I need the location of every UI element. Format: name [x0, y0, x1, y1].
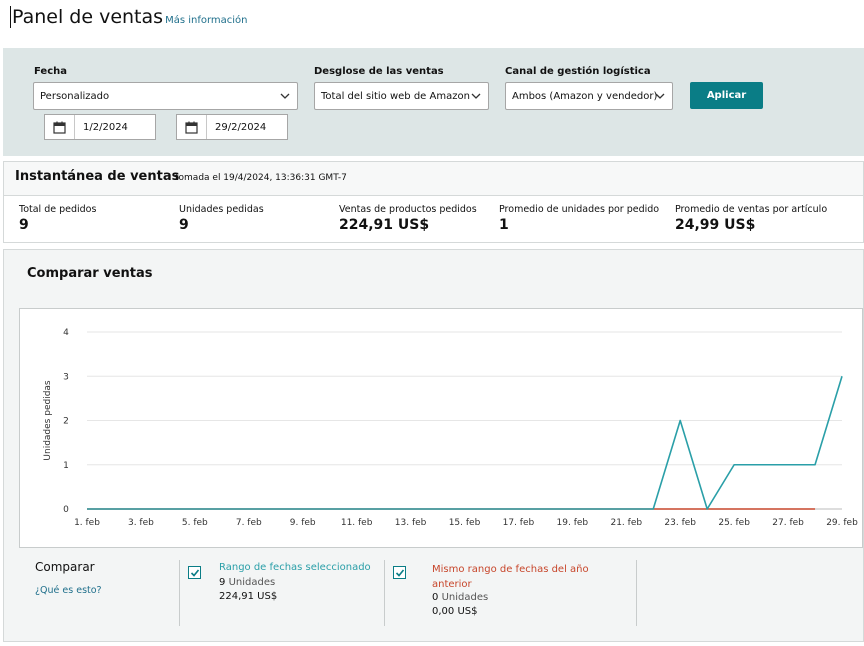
end-date-value: 29/2/2024: [215, 121, 267, 133]
units-word: Unidades: [228, 577, 276, 588]
x-tick-label: 9. feb: [290, 518, 316, 528]
legend-amount-selected: 224,91 US$: [219, 591, 278, 602]
metric-value: 1: [499, 217, 509, 233]
chevron-down-icon: [280, 93, 290, 99]
units-word: Unidades: [441, 592, 489, 603]
y-tick-label: 2: [63, 417, 69, 427]
legend-amount-previous: 0,00 US$: [432, 606, 478, 617]
x-tick-label: 5. feb: [182, 518, 208, 528]
metric-value: 9: [19, 217, 29, 233]
x-tick-label: 1. feb: [74, 518, 100, 528]
channel-value: Ambos (Amazon y vendedor): [512, 90, 658, 102]
calendar-icon[interactable]: [177, 115, 207, 139]
metric-label: Promedio de unidades por pedido: [499, 204, 660, 215]
y-tick-label: 4: [63, 328, 69, 338]
channel-label: Canal de gestión logística: [505, 66, 651, 77]
chevron-down-icon: [471, 93, 481, 99]
snapshot-timestamp: tomada el 19/4/2024, 13:36:31 GMT-7: [175, 173, 347, 183]
units-count: 9: [219, 577, 226, 588]
x-tick-label: 19. feb: [557, 518, 589, 528]
metric-label: Ventas de productos pedidos: [339, 204, 477, 215]
compare-legend: Comparar ¿Qué es esto? Rango de fechas s…: [4, 550, 863, 640]
legend-title-previous: Mismo rango de fechas del año anterior: [432, 564, 589, 590]
x-tick-label: 29. feb: [826, 518, 858, 528]
x-tick-label: 7. feb: [236, 518, 262, 528]
x-tick-label: 15. feb: [449, 518, 481, 528]
x-tick-label: 11. feb: [341, 518, 373, 528]
more-info-link[interactable]: Más información: [165, 15, 247, 26]
breakdown-select[interactable]: Total del sitio web de Amazon: [314, 82, 489, 110]
sales-snapshot: Instantánea de ventas tomada el 19/4/202…: [3, 161, 864, 243]
legend-units-previous: 0 Unidades: [432, 592, 488, 603]
start-date-value: 1/2/2024: [83, 121, 128, 133]
divider: [179, 560, 180, 626]
legend-units-selected: 9 Unidades: [219, 577, 275, 588]
metric-avg-sales-per-item: Promedio de ventas por artículo 24,99 US…: [675, 204, 827, 233]
x-tick-label: 3. feb: [128, 518, 154, 528]
y-axis-label: Unidades pedidas: [43, 380, 53, 461]
metric-label: Total de pedidos: [19, 204, 97, 215]
previous-year-checkbox[interactable]: [393, 566, 406, 579]
breakdown-label: Desglose de las ventas: [314, 66, 444, 77]
compare-sales-section: Comparar ventas 0 1 2 3 4 Unidades pedidas 1. …: [3, 249, 864, 642]
series-line-selected: [87, 376, 843, 510]
date-range-select[interactable]: Personalizado: [33, 82, 298, 110]
filter-panel: Fecha Personalizado 1/2/2024 29/2/2024 D…: [3, 48, 864, 156]
title-row: Panel de ventas Más información: [10, 6, 248, 36]
metric-units-ordered: Unidades pedidas 9: [179, 204, 264, 233]
date-label: Fecha: [34, 66, 68, 77]
units-count: 0: [432, 592, 439, 603]
metric-avg-units-per-order: Promedio de unidades por pedido 1: [499, 204, 659, 233]
compare-label: Comparar: [35, 560, 95, 574]
metric-ordered-product-sales: Ventas de productos pedidos 224,91 US$: [339, 204, 477, 233]
y-tick-label: 1: [63, 461, 69, 471]
breakdown-value: Total del sitio web de Amazon: [321, 90, 470, 102]
calendar-icon[interactable]: [45, 115, 75, 139]
metric-total-orders: Total de pedidos 9: [19, 204, 96, 233]
page-title: Panel de ventas: [10, 6, 164, 28]
snapshot-title: Instantánea de ventas: [15, 169, 180, 184]
metric-value: 9: [179, 217, 189, 233]
divider: [384, 560, 385, 626]
x-tick-label: 13. feb: [395, 518, 427, 528]
x-tick-label: 23. feb: [664, 518, 696, 528]
legend-title-selected: Rango de fechas seleccionado: [219, 562, 371, 573]
apply-button[interactable]: Aplicar: [690, 82, 763, 109]
checkmark-icon: [395, 568, 404, 577]
what-is-this-link[interactable]: ¿Qué es esto?: [35, 585, 102, 596]
start-date-field[interactable]: 1/2/2024: [44, 114, 156, 140]
chevron-down-icon: [655, 93, 665, 99]
end-date-field[interactable]: 29/2/2024: [176, 114, 288, 140]
channel-select[interactable]: Ambos (Amazon y vendedor): [505, 82, 673, 110]
checkmark-icon: [190, 568, 199, 577]
snapshot-header: Instantánea de ventas tomada el 19/4/202…: [4, 162, 863, 196]
x-tick-label: 21. feb: [610, 518, 642, 528]
metric-value: 24,99 US$: [675, 217, 756, 233]
x-tick-label: 17. feb: [503, 518, 535, 528]
compare-title: Comparar ventas: [27, 266, 153, 281]
date-range-value: Personalizado: [40, 90, 110, 102]
units-ordered-chart: 0 1 2 3 4 Unidades pedidas 1. feb 3. feb 5. feb 7…: [43, 328, 858, 528]
metric-label: Promedio de ventas por artículo: [675, 204, 828, 215]
metric-label: Unidades pedidas: [179, 204, 264, 215]
y-tick-label: 3: [63, 372, 69, 382]
x-tick-label: 27. feb: [772, 518, 804, 528]
x-tick-label: 25. feb: [718, 518, 750, 528]
metric-value: 224,91 US$: [339, 217, 430, 233]
y-tick-label: 0: [63, 505, 69, 515]
chart-container: 0 1 2 3 4 Unidades pedidas 1. feb 3. feb 5. feb 7…: [19, 308, 863, 548]
selected-range-checkbox[interactable]: [188, 566, 201, 579]
divider: [636, 560, 637, 626]
